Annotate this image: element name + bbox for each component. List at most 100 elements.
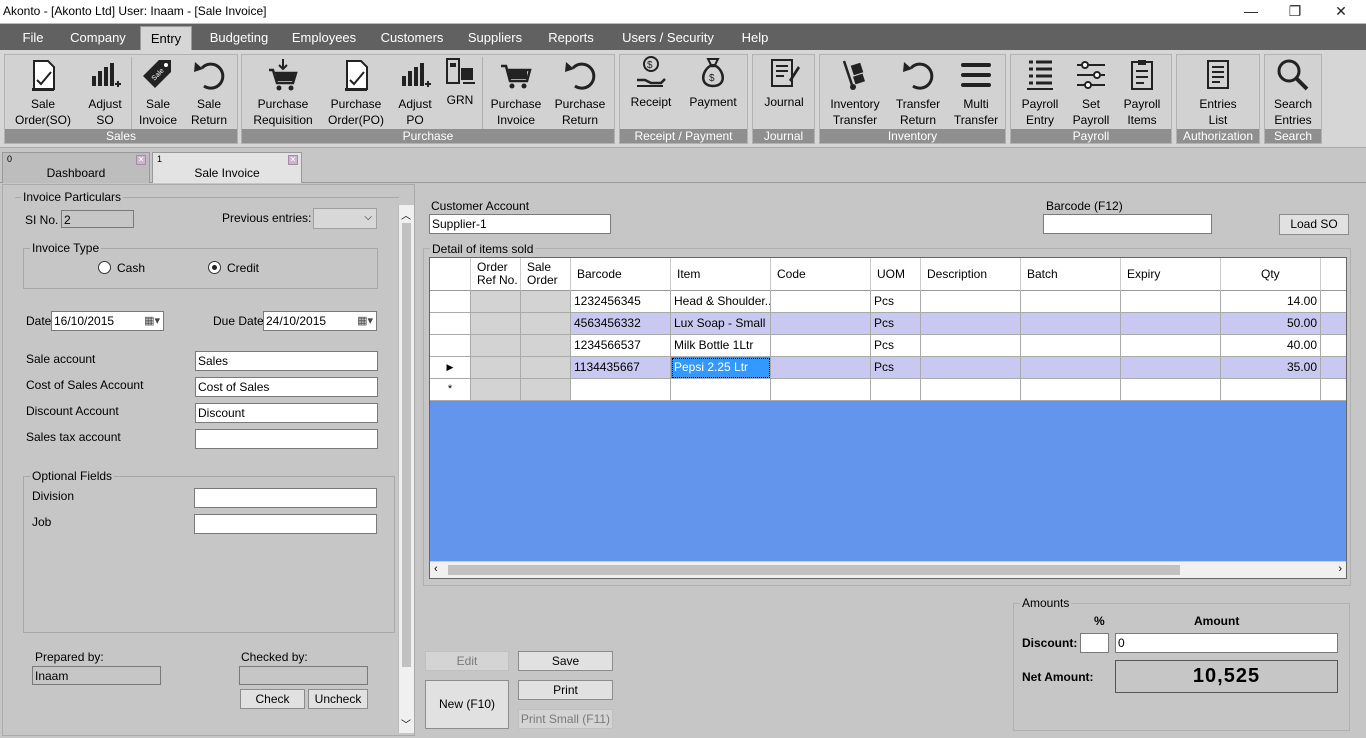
scrollbar-thumb[interactable] <box>448 565 1180 575</box>
grid-cell[interactable]: 4563456332 <box>571 313 671 335</box>
sales-tax-field[interactable] <box>195 429 378 449</box>
grid-cell[interactable] <box>1121 291 1221 313</box>
grid-cell[interactable]: 1234566537 <box>571 335 671 357</box>
restore-button[interactable]: ❐ <box>1280 2 1310 20</box>
close-button[interactable]: ✕ <box>1326 2 1356 20</box>
adjust-po-button[interactable]: Adjust PO <box>390 55 440 131</box>
row-header[interactable] <box>430 313 471 335</box>
tab-sale-invoice[interactable]: 1 Sale Invoice ✕ <box>152 152 302 183</box>
customer-account-field[interactable]: Supplier-1 <box>429 214 611 234</box>
grid-cell[interactable]: Milk Bottle 1Ltr <box>671 335 771 357</box>
scrollbar-thumb[interactable] <box>402 223 411 667</box>
menu-budgeting[interactable]: Budgeting <box>200 24 278 50</box>
column-header[interactable]: Expiry <box>1121 258 1221 291</box>
row-header[interactable]: ▶ <box>430 357 471 379</box>
grid-cell[interactable] <box>1121 335 1221 357</box>
menu-suppliers[interactable]: Suppliers <box>460 24 530 50</box>
sale-order-button[interactable]: Sale Order(SO) <box>7 55 79 131</box>
sale-return-button[interactable]: Sale Return <box>183 55 235 131</box>
grid-cell[interactable] <box>1121 379 1221 401</box>
row-header[interactable]: * <box>430 379 471 401</box>
column-header[interactable]: Qty <box>1221 258 1321 291</box>
cash-radio[interactable] <box>98 261 111 274</box>
credit-radio[interactable] <box>208 261 221 274</box>
chevron-left-icon[interactable]: ‹ <box>434 563 438 575</box>
grid-cell[interactable] <box>771 291 871 313</box>
menu-reports[interactable]: Reports <box>542 24 600 50</box>
edit-button[interactable]: Edit <box>425 651 509 671</box>
left-panel-scrollbar[interactable]: ︿ ﹀ <box>398 205 414 733</box>
sale-invoice-button[interactable]: Sale Sale Invoice <box>133 55 183 131</box>
menu-users-security[interactable]: Users / Security <box>616 24 720 50</box>
barcode-field[interactable] <box>1043 214 1212 234</box>
grid-cell[interactable] <box>471 379 521 401</box>
division-field[interactable] <box>194 488 377 508</box>
grid-cell[interactable] <box>1021 335 1121 357</box>
due-date-picker[interactable]: 24/10/2015 ▦▾ <box>263 311 377 331</box>
calendar-icon[interactable]: ▦▾ <box>357 312 373 330</box>
chevron-down-icon[interactable]: ﹀ <box>401 716 411 731</box>
minimize-button[interactable]: — <box>1236 2 1266 20</box>
grid-cell[interactable] <box>1021 379 1121 401</box>
date-picker[interactable]: 16/10/2015 ▦▾ <box>51 311 164 331</box>
purchase-invoice-button[interactable]: Purchase Invoice <box>484 55 548 131</box>
payroll-items-button[interactable]: Payroll Items <box>1115 55 1169 131</box>
column-header[interactable]: Barcode <box>571 258 671 291</box>
grid-cell[interactable] <box>871 379 921 401</box>
uncheck-button[interactable]: Uncheck <box>308 689 368 709</box>
menu-employees[interactable]: Employees <box>286 24 362 50</box>
grid-cell[interactable] <box>1021 313 1121 335</box>
close-icon[interactable]: ✕ <box>136 155 146 165</box>
grid-cell[interactable] <box>521 379 571 401</box>
grid-cell[interactable] <box>1021 357 1121 379</box>
grid-cell[interactable] <box>521 357 571 379</box>
inventory-transfer-button[interactable]: Inventory Transfer <box>822 55 888 131</box>
column-header[interactable]: Order Ref No. <box>471 258 521 291</box>
grid-cell[interactable] <box>471 357 521 379</box>
menu-customers[interactable]: Customers <box>374 24 450 50</box>
grid-cell[interactable] <box>921 313 1021 335</box>
grid-cell[interactable]: 1232456345 <box>571 291 671 313</box>
menu-help[interactable]: Help <box>734 24 776 50</box>
grid-cell[interactable] <box>921 291 1021 313</box>
column-header[interactable]: UOM <box>871 258 921 291</box>
grid-cell[interactable]: Head & Shoulder... <box>671 291 771 313</box>
discount-amount-field[interactable]: 0 <box>1115 633 1338 653</box>
job-field[interactable] <box>194 514 377 534</box>
column-header[interactable]: Sale Order <box>521 258 571 291</box>
grid-cell[interactable]: 1134435667 <box>571 357 671 379</box>
payment-button[interactable]: $ Payment <box>682 55 744 131</box>
grid-cell[interactable] <box>671 379 771 401</box>
payroll-entry-button[interactable]: Payroll Entry <box>1013 55 1067 131</box>
search-entries-button[interactable]: Search Entries <box>1266 55 1320 131</box>
sale-account-field[interactable]: Sales <box>195 351 378 371</box>
grid-cell[interactable]: Pcs <box>871 313 921 335</box>
grid-cell[interactable] <box>771 335 871 357</box>
previous-entries-select[interactable]: ⌵ <box>313 208 377 229</box>
menu-file[interactable]: File <box>12 24 54 50</box>
grid-cell[interactable] <box>771 379 871 401</box>
row-header[interactable] <box>430 335 471 357</box>
chevron-right-icon[interactable]: › <box>1338 563 1342 575</box>
grid-cell[interactable] <box>521 335 571 357</box>
items-grid[interactable]: Order Ref No. Sale Order Barcode Item Co… <box>429 257 1347 579</box>
grid-cell[interactable] <box>521 291 571 313</box>
chevron-up-icon[interactable]: ︿ <box>401 207 411 222</box>
transfer-return-button[interactable]: Transfer Return <box>888 55 948 131</box>
grid-cell[interactable]: 35.00 <box>1221 357 1321 379</box>
purchase-return-button[interactable]: Purchase Return <box>548 55 612 131</box>
print-button[interactable]: Print <box>518 680 613 700</box>
close-icon[interactable]: ✕ <box>288 155 298 165</box>
adjust-so-button[interactable]: Adjust SO <box>79 55 131 131</box>
grid-cell[interactable] <box>921 357 1021 379</box>
grid-cell[interactable]: Pepsi 2.25 Ltr <box>671 357 771 379</box>
purchase-requisition-button[interactable]: Purchase Requisition <box>244 55 322 131</box>
grid-cell[interactable]: 14.00 <box>1221 291 1321 313</box>
grid-cell[interactable]: Lux Soap - Small <box>671 313 771 335</box>
grid-cell[interactable]: Pcs <box>871 335 921 357</box>
grid-cell[interactable] <box>771 357 871 379</box>
set-payroll-button[interactable]: Set Payroll <box>1067 55 1115 131</box>
save-button[interactable]: Save <box>518 651 613 671</box>
horizontal-scrollbar[interactable]: ‹ › <box>430 561 1346 578</box>
purchase-order-button[interactable]: Purchase Order(PO) <box>324 55 388 131</box>
